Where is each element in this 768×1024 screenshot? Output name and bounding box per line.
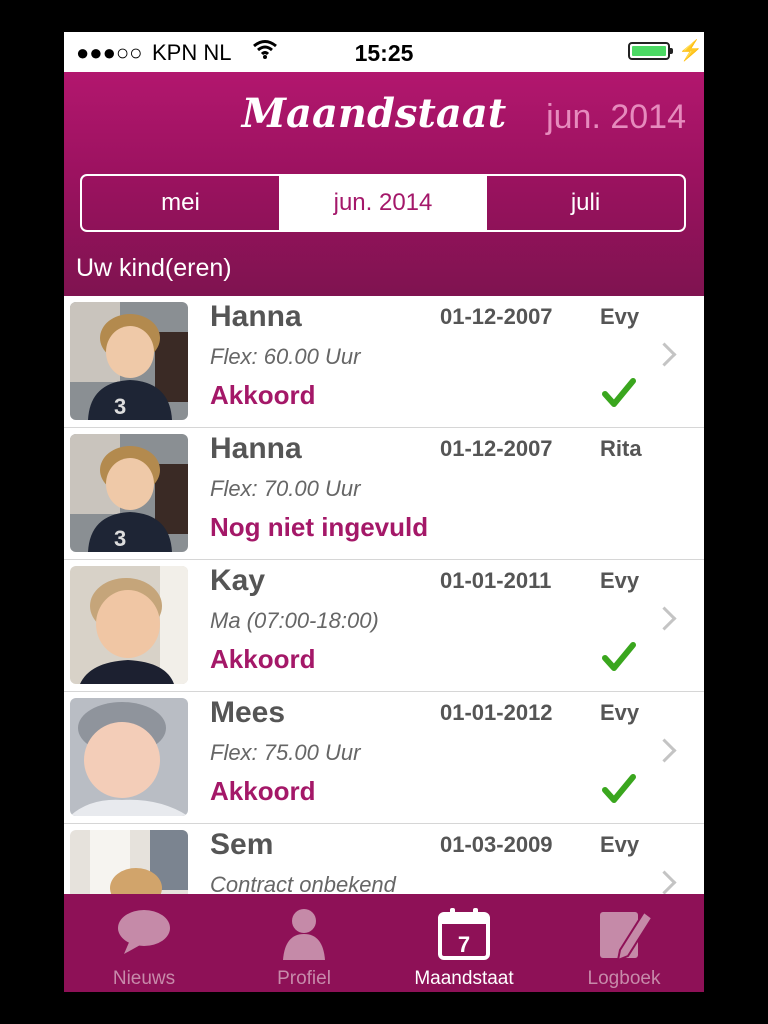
svg-text:3: 3	[114, 526, 126, 551]
segment-current-month[interactable]: jun. 2014	[281, 176, 485, 230]
child-name: Hanna	[210, 432, 302, 465]
list-item[interactable]: 3 Hanna 01-12-2007 Evy Flex: 60.00 Uur A…	[64, 296, 704, 428]
tab-logboek[interactable]: Logboek	[544, 894, 704, 992]
child-birthdate: 01-12-2007	[440, 304, 553, 329]
child-photo	[70, 566, 188, 684]
charging-bolt-icon: ⚡	[678, 40, 703, 62]
status-label: Akkoord	[210, 644, 316, 674]
child-name: Mees	[210, 696, 286, 729]
phone-screen: ●●●○○ KPN NL 15:25 ⚡ Maandstaat jun. 201…	[64, 32, 704, 992]
current-period: jun. 2014	[546, 98, 686, 136]
status-label: Akkoord	[210, 776, 316, 806]
children-list: 3 Hanna 01-12-2007 Evy Flex: 60.00 Uur A…	[64, 296, 704, 894]
segment-previous-month[interactable]: mei	[82, 176, 281, 230]
child-birthdate: 01-01-2011	[440, 568, 552, 593]
checkmark-icon	[602, 774, 636, 809]
battery-icon	[628, 42, 673, 60]
child-name: Sem	[210, 828, 274, 861]
tab-profiel[interactable]: Profiel	[224, 894, 384, 992]
month-segmented-control: mei jun. 2014 juli	[80, 174, 686, 232]
speech-bubble-icon	[116, 906, 172, 961]
svg-text:3: 3	[114, 394, 126, 419]
tab-bar: Nieuws Profiel 7 Maandstaat Logboek	[64, 894, 704, 992]
caretaker-name: Evy	[600, 304, 640, 329]
child-name: Kay	[210, 564, 266, 597]
child-birthdate: 01-03-2009	[440, 832, 553, 857]
chevron-right-icon	[652, 870, 677, 894]
contract-detail: Flex: 60.00 Uur	[210, 344, 361, 369]
caretaker-name: Evy	[600, 568, 640, 593]
tab-label: Maandstaat	[414, 968, 514, 989]
contract-detail: Contract onbekend	[210, 872, 396, 894]
contract-detail: Ma (07:00-18:00)	[210, 608, 379, 633]
caretaker-name: Evy	[600, 832, 640, 857]
caretaker-name: Evy	[600, 700, 640, 725]
status-bar: ●●●○○ KPN NL 15:25 ⚡	[64, 32, 704, 72]
contract-detail: Flex: 75.00 Uur	[210, 740, 361, 765]
checkmark-icon	[602, 642, 636, 677]
contract-detail: Flex: 70.00 Uur	[210, 476, 361, 501]
person-icon	[279, 906, 329, 967]
child-birthdate: 01-01-2012	[440, 700, 553, 725]
checkmark-icon	[602, 378, 636, 413]
caretaker-name: Rita	[600, 436, 642, 461]
list-item[interactable]: Sem 01-03-2009 Evy Contract onbekend	[64, 824, 704, 894]
tab-label: Profiel	[277, 968, 331, 989]
status-label: Akkoord	[210, 380, 316, 410]
tab-nieuws[interactable]: Nieuws	[64, 894, 224, 992]
list-item[interactable]: Kay 01-01-2011 Evy Ma (07:00-18:00) Akko…	[64, 560, 704, 692]
clock: 15:25	[354, 40, 414, 66]
header: Maandstaat jun. 2014 mei jun. 2014 juli …	[64, 72, 704, 296]
tab-label: Logboek	[587, 968, 661, 989]
chevron-right-icon	[652, 606, 677, 631]
child-photo: 3	[70, 302, 188, 420]
list-item[interactable]: 3 Hanna 01-12-2007 Rita Flex: 70.00 Uur …	[64, 428, 704, 560]
child-photo	[70, 698, 188, 816]
child-name: Hanna	[210, 300, 302, 333]
list-item[interactable]: Mees 01-01-2012 Evy Flex: 75.00 Uur Akko…	[64, 692, 704, 824]
tab-maandstaat[interactable]: 7 Maandstaat	[384, 894, 544, 992]
notebook-pencil-icon	[594, 906, 654, 969]
status-label: Nog niet ingevuld	[210, 512, 429, 542]
tab-label: Nieuws	[112, 968, 176, 989]
calendar-day: 7	[458, 932, 470, 957]
chevron-right-icon	[652, 738, 677, 763]
section-title: Uw kind(eren)	[76, 254, 232, 282]
calendar-icon: 7	[436, 906, 492, 967]
chevron-right-icon	[652, 342, 677, 367]
child-birthdate: 01-12-2007	[440, 436, 553, 461]
child-photo: 3	[70, 434, 188, 552]
child-photo	[70, 830, 188, 894]
segment-next-month[interactable]: juli	[485, 176, 684, 230]
